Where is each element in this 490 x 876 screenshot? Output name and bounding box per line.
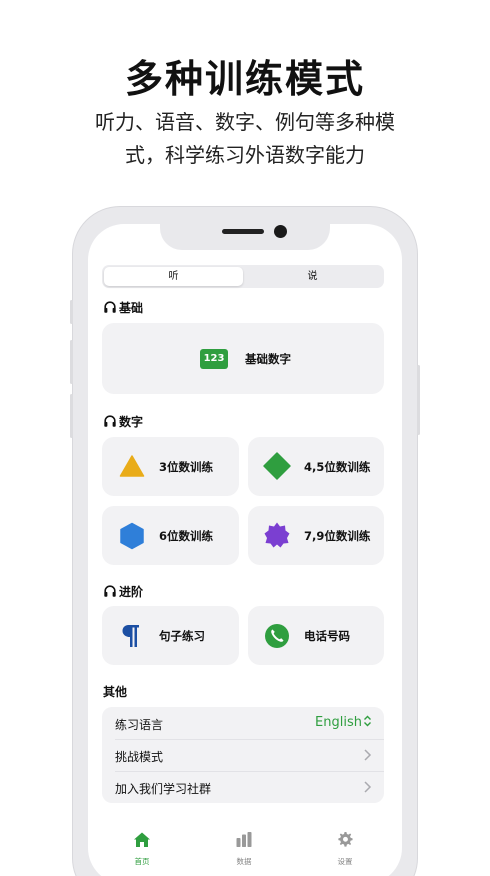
segment-speak[interactable]: 说 (243, 267, 382, 286)
section-digits-header: 数字 (103, 413, 143, 429)
chevron-up-down-icon (364, 715, 371, 727)
card-four-five-digit[interactable]: 4,5位数训练 (248, 437, 384, 496)
numbers-123-icon: 123 (200, 349, 228, 369)
tab-data-label: 数据 (236, 857, 252, 866)
pilcrow-icon (122, 625, 139, 647)
gear-icon (338, 831, 353, 847)
tab-home-label: 首页 (134, 857, 150, 866)
bar-chart-icon (236, 832, 252, 847)
card-phone-number[interactable]: 电话号码 (248, 606, 384, 665)
practice-language-label: 练习语言 (115, 718, 164, 732)
volume-up-button (70, 340, 73, 384)
mute-switch (70, 300, 73, 324)
headphones-icon (104, 415, 116, 427)
section-basic-header: 基础 (103, 299, 143, 315)
hexagon-icon (120, 522, 144, 550)
challenge-mode-label: 挑战模式 (115, 750, 164, 764)
star-seal-icon (264, 522, 290, 548)
card-basic-numbers[interactable]: 123 基础数字 (102, 323, 384, 394)
list-item-join-community[interactable]: 加入我们学习社群 (102, 771, 384, 803)
card-seven-nine-digit-label: 7,9位数训练 (304, 529, 371, 543)
settings-list: 练习语言 English 挑战模式 加入我们学习社群 (102, 707, 384, 803)
section-basic-label: 基础 (119, 300, 144, 315)
section-other-header: 其他 (103, 683, 127, 699)
volume-down-button (70, 394, 73, 438)
practice-language-value-text: English (315, 715, 362, 730)
bottom-tab-bar: 首页 数据 设置 (88, 826, 402, 876)
card-phone-number-label: 电话号码 (304, 629, 350, 643)
section-other-label: 其他 (103, 684, 128, 699)
tab-home[interactable]: 首页 (112, 831, 172, 867)
segment-listen[interactable]: 听 (104, 267, 243, 286)
promo-title: 多种训练模式 (124, 57, 365, 101)
listen-speak-segmented-control: 听 说 (102, 265, 384, 288)
promo-subtitle-line1: 听力、语音、数字、例句等多种模 (95, 110, 395, 134)
card-six-digit[interactable]: 6位数训练 (102, 506, 239, 565)
card-basic-numbers-label: 基础数字 (245, 352, 291, 366)
chevron-right-icon (364, 781, 372, 793)
headphones-icon (104, 585, 116, 597)
tab-data[interactable]: 数据 (214, 831, 274, 867)
card-sentence-practice-label: 句子练习 (159, 629, 205, 643)
practice-language-value: English (315, 715, 372, 730)
speaker (222, 229, 264, 234)
promo-subtitle-line2: 式，科学练习外语数字能力 (125, 143, 365, 167)
tab-settings[interactable]: 设置 (315, 831, 375, 867)
chevron-right-icon (364, 749, 372, 761)
card-three-digit[interactable]: 3位数训练 (102, 437, 239, 496)
card-six-digit-label: 6位数训练 (159, 529, 214, 543)
section-advanced-header: 进阶 (103, 583, 143, 599)
home-icon (134, 832, 150, 847)
list-item-practice-language[interactable]: 练习语言 English (102, 707, 384, 739)
headphones-icon (104, 301, 116, 313)
tab-settings-label: 设置 (337, 857, 353, 866)
phone-icon (265, 624, 289, 648)
card-four-five-digit-label: 4,5位数训练 (304, 460, 371, 474)
triangle-icon (119, 455, 145, 477)
promo-subtitle: 听力、语音、数字、例句等多种模 式，科学练习外语数字能力 (0, 106, 490, 172)
diamond-icon (263, 452, 291, 480)
card-three-digit-label: 3位数训练 (159, 460, 214, 474)
section-digits-label: 数字 (119, 414, 144, 429)
card-sentence-practice[interactable]: 句子练习 (102, 606, 239, 665)
notch (160, 222, 330, 250)
join-community-label: 加入我们学习社群 (115, 782, 212, 796)
section-advanced-label: 进阶 (119, 584, 144, 599)
list-item-challenge-mode[interactable]: 挑战模式 (102, 739, 384, 771)
card-seven-nine-digit[interactable]: 7,9位数训练 (248, 506, 384, 565)
front-camera (274, 225, 287, 238)
power-button (417, 365, 420, 435)
